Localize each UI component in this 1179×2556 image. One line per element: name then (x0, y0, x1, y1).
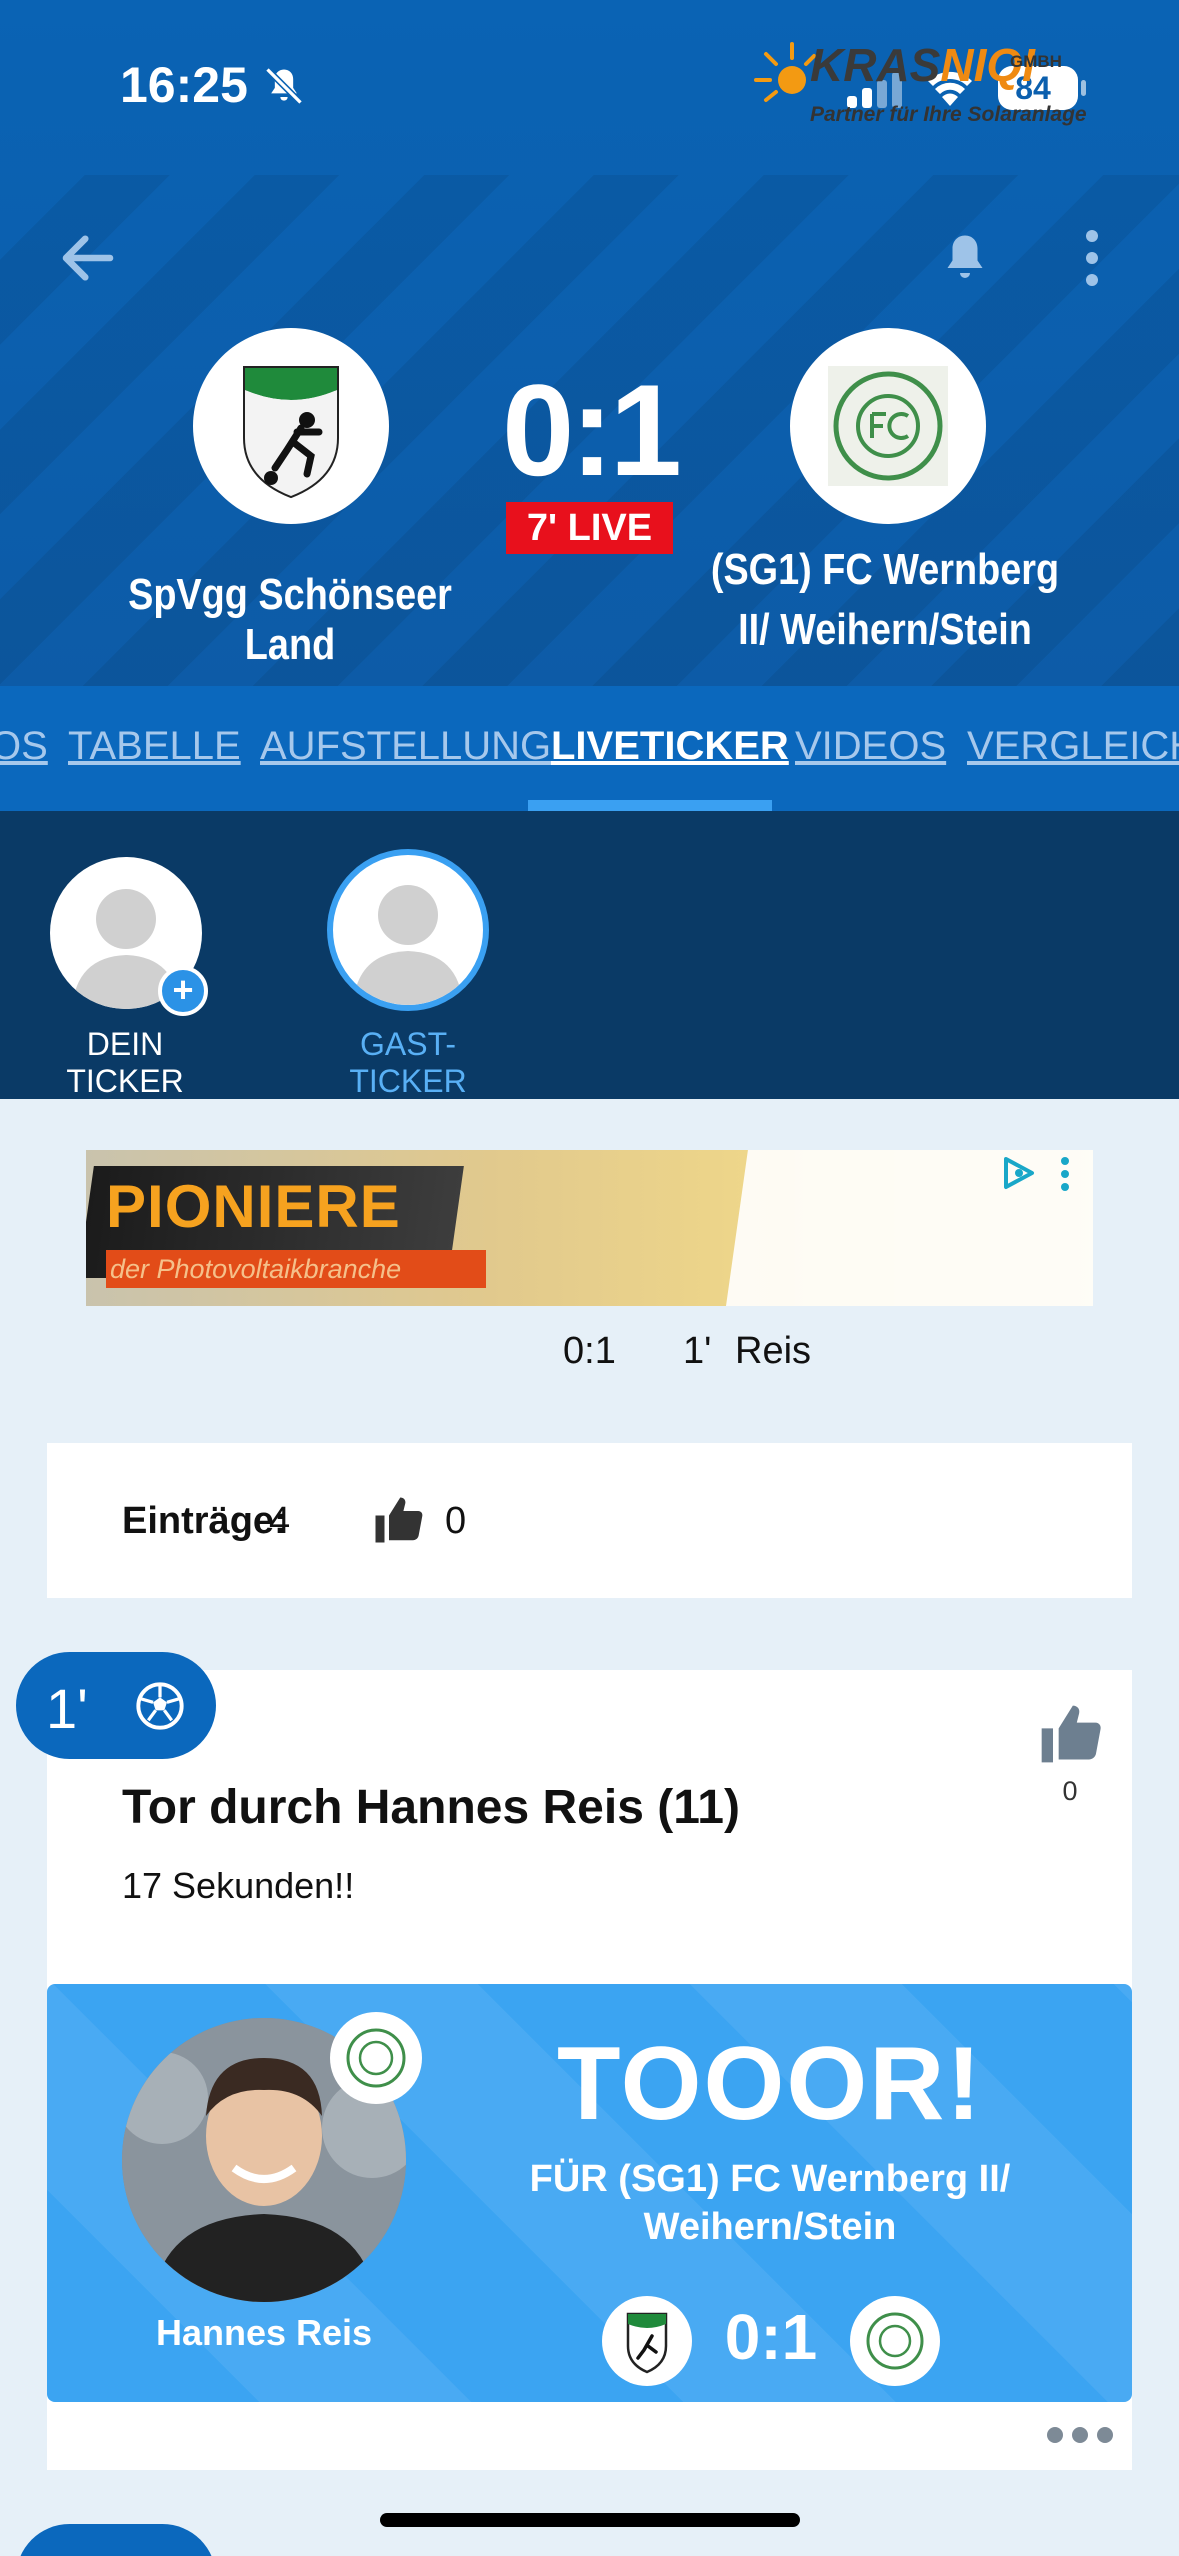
goal-for-team: FÜR (SG1) FC Wernberg II/ Weihern/Stein (529, 2158, 1011, 2248)
ad-menu-icon[interactable] (1058, 1155, 1072, 1193)
ad-banner[interactable]: PIONIERE der Photovoltaikbranche (86, 1150, 1093, 1306)
tab-bar: OS TABELLE AUFSTELLUNG LIVETICKER VIDEOS… (0, 686, 1179, 811)
thumbs-up-icon[interactable] (1035, 1700, 1105, 1768)
likes-count: 0 (445, 1500, 467, 1542)
event-likes-count: 0 (1062, 1776, 1078, 1806)
ticker-selector: + DEIN TICKER GAST-TICKER (0, 811, 1179, 1099)
back-arrow-icon[interactable] (55, 225, 121, 291)
away-team-name[interactable]: (SG1) FC Wernberg II/ Weihern/Stein (709, 540, 1062, 660)
active-tab-indicator (528, 800, 772, 811)
event-minute-pill: 1' (16, 1652, 216, 1759)
away-team-crest[interactable] (790, 328, 986, 524)
goal-home-crest (602, 2296, 692, 2386)
last-event-minute: 1' (683, 1330, 712, 1372)
plus-icon[interactable]: + (158, 966, 208, 1016)
event-title: Tor durch Hannes Reis (11) (122, 1781, 740, 1834)
ad-headline: PIONIERE (106, 1173, 401, 1240)
ad-subline: der Photovoltaikbranche (106, 1250, 486, 1288)
user-placeholder-icon (353, 885, 463, 1005)
tab-vergleich[interactable]: VERGLEICH (967, 724, 1179, 769)
player-team-crest (330, 2012, 422, 2104)
bell-icon[interactable] (935, 228, 995, 288)
dein-ticker-label[interactable]: DEIN TICKER (30, 1026, 220, 1100)
home-indicator[interactable] (380, 2513, 800, 2527)
thumbs-up-icon[interactable] (370, 1493, 426, 1547)
ad-choices-icon[interactable] (998, 1153, 1038, 1193)
goal-score: 0:1 (724, 2301, 818, 2373)
ad-tagline: Partner für Ihre Solaranlage (810, 103, 1087, 126)
goal-away-crest (850, 2296, 940, 2386)
soccer-ball-icon (136, 1682, 184, 1730)
ad-brand: KRASNIQI (810, 38, 1035, 92)
goal-player-name: Hannes Reis (155, 2312, 373, 2353)
home-team-crest[interactable] (193, 328, 389, 524)
last-event-score: 0:1 (563, 1330, 616, 1372)
more-horizontal-icon[interactable] (1045, 2425, 1115, 2445)
tab-liveticker[interactable]: LIVETICKER (551, 724, 789, 769)
bell-off-icon (265, 67, 303, 105)
live-badge: 7' LIVE (506, 502, 673, 554)
tab-news[interactable]: OS (0, 724, 48, 769)
home-team-name[interactable]: SpVgg Schönseer Land (92, 570, 488, 670)
status-time: 16:25 (120, 57, 248, 113)
goal-headline: TOOOR! (556, 2026, 984, 2142)
tab-tabelle[interactable]: TABELLE (68, 724, 241, 769)
match-score: 0:1 (502, 357, 682, 503)
ticker-stats-card: Einträge: 4 0 (47, 1443, 1132, 1598)
last-event-player: Reis (735, 1330, 812, 1372)
next-event-minute-pill (16, 2524, 216, 2556)
gast-ticker-avatar[interactable] (327, 849, 489, 1011)
entries-label: Einträge: (122, 1500, 287, 1542)
ad-brand-a: KRAS (810, 39, 941, 91)
more-vertical-icon[interactable] (1075, 228, 1109, 288)
gast-ticker-label[interactable]: GAST-TICKER (310, 1026, 506, 1100)
event-minute: 1' (46, 1677, 88, 1740)
ad-brand-suffix: GMBH (1010, 52, 1062, 71)
sun-logo-icon (754, 42, 816, 102)
event-text: 17 Sekunden!! (122, 1865, 355, 1906)
tab-aufstellung[interactable]: AUFSTELLUNG (260, 724, 551, 769)
entries-count: 4 (269, 1500, 291, 1542)
tab-videos[interactable]: VIDEOS (795, 724, 946, 769)
